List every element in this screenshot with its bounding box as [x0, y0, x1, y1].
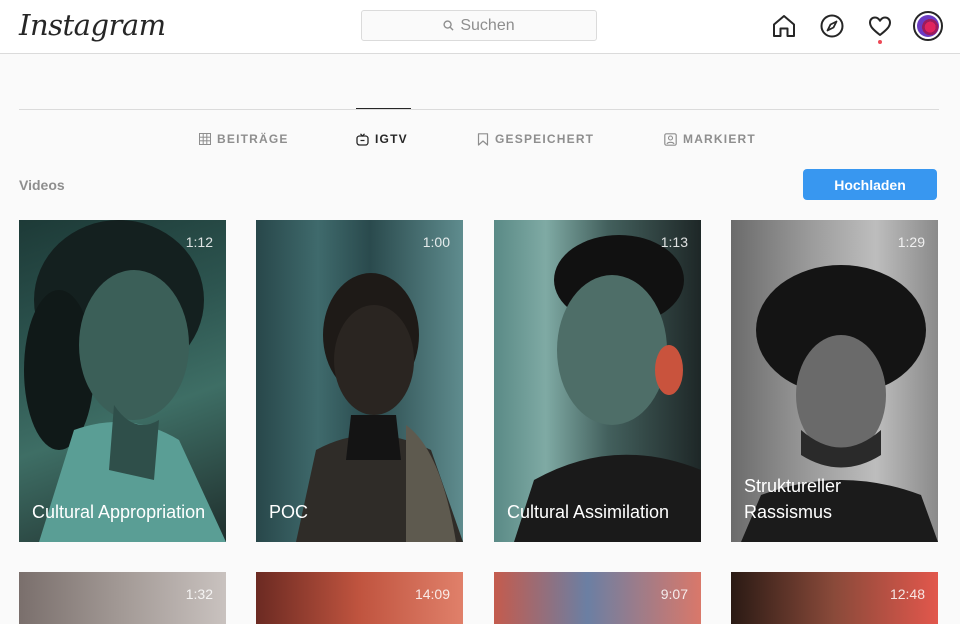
portrait-image: [296, 273, 463, 542]
video-title: POC: [269, 502, 309, 522]
video-title: Struktureller Rassismus: [744, 476, 842, 522]
video-title: Cultural Appropriation: [32, 502, 206, 522]
video-duration: 1:00: [422, 234, 450, 250]
video-duration: 1:32: [185, 586, 213, 602]
tab-label: MARKIERT: [683, 132, 756, 146]
video-thumbnail[interactable]: 1:29 Struktureller Rassismus: [731, 220, 938, 542]
tagged-person-icon: [664, 132, 677, 146]
video-thumbnail[interactable]: 9:07: [494, 572, 701, 624]
tab-markiert[interactable]: MARKIERT: [664, 131, 756, 147]
portrait-image: [24, 220, 226, 542]
video-title: Cultural Assimilation: [507, 502, 670, 522]
video-duration: 9:07: [660, 586, 688, 602]
video-thumbnail[interactable]: 14:09: [256, 572, 463, 624]
activity-heart-icon[interactable]: [865, 11, 895, 44]
video-thumbnail[interactable]: 12:48: [731, 572, 938, 624]
video-thumbnail[interactable]: 1:00 POC: [256, 220, 463, 542]
tabs-divider: [19, 109, 939, 110]
tab-label: GESPEICHERT: [495, 132, 595, 146]
video-thumbnail[interactable]: 1:13 Cultural Assimilation: [494, 220, 701, 542]
explore-compass-icon[interactable]: [817, 11, 847, 41]
portrait-image: [514, 235, 701, 542]
tab-label: IGTV: [375, 132, 408, 146]
top-navigation-bar: Instagram Suchen: [0, 0, 960, 54]
home-icon[interactable]: [769, 11, 799, 41]
video-thumbnail[interactable]: 1:32: [19, 572, 226, 624]
active-tab-indicator: [356, 108, 411, 109]
instagram-logo[interactable]: Instagram: [19, 8, 166, 42]
upload-button[interactable]: Hochladen: [803, 169, 937, 200]
video-duration: 1:29: [897, 234, 925, 250]
video-duration: 1:12: [185, 234, 213, 250]
igtv-icon: [356, 132, 369, 146]
search-placeholder: Suchen: [460, 16, 515, 34]
tab-beitraege[interactable]: BEITRÄGE: [199, 131, 289, 147]
video-duration: 12:48: [889, 586, 925, 602]
bookmark-icon: [477, 132, 489, 146]
section-title: Videos: [19, 177, 65, 193]
search-icon: [443, 20, 454, 31]
profile-avatar[interactable]: [913, 11, 943, 41]
grid-icon: [199, 133, 211, 145]
search-input[interactable]: Suchen: [361, 10, 597, 41]
tab-igtv[interactable]: IGTV: [356, 131, 408, 147]
tab-gespeichert[interactable]: GESPEICHERT: [477, 131, 594, 147]
tab-label: BEITRÄGE: [217, 132, 289, 146]
video-duration: 14:09: [414, 586, 450, 602]
video-thumbnail[interactable]: 1:12 Cultural Appropriation: [19, 220, 226, 542]
video-duration: 1:13: [660, 234, 688, 250]
notification-dot: [878, 40, 882, 44]
